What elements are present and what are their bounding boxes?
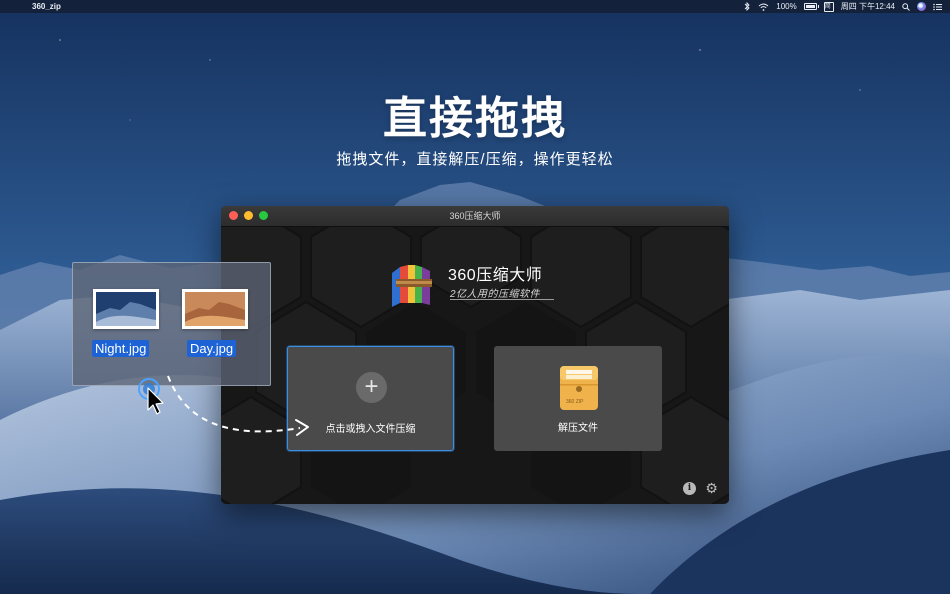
dragged-files-panel: Night.jpg Day.jpg (72, 262, 271, 386)
zip-badge-text: 360 ZIP (566, 399, 584, 405)
compress-drop-zone[interactable]: + 点击或拽入文件压缩 (287, 346, 454, 451)
menu-app-name[interactable]: 360_zip (32, 0, 61, 13)
window-title: 360压缩大师 (449, 211, 501, 221)
zip-folder-icon: 360 ZIP (560, 366, 598, 410)
brand-underline (450, 299, 554, 300)
night-image-thumbnail[interactable] (93, 289, 159, 329)
hero-title: 直接拖拽 (383, 94, 567, 143)
battery-percent: 100% (776, 2, 797, 11)
brand-tagline: 2亿人用的压缩软件 (450, 289, 541, 300)
bluetooth-icon[interactable] (744, 2, 751, 11)
menu-clock[interactable]: 周四 下午12:44 (841, 0, 895, 13)
day-image-thumbnail[interactable] (182, 289, 248, 329)
plus-icon: + (356, 372, 387, 403)
compress-label: 点击或拽入文件压缩 (325, 424, 416, 435)
info-icon[interactable]: i (683, 482, 696, 495)
search-icon[interactable] (902, 2, 910, 11)
gear-icon[interactable]: ⚙ (705, 481, 718, 495)
file-label-day: Day.jpg (187, 340, 237, 357)
app-logo-icon (392, 265, 432, 307)
hero-subtitle: 拖拽文件，直接解压/压缩，操作更轻松 (336, 151, 614, 168)
menu-status-area: 100% 简 周四 下午12:44 (744, 0, 942, 13)
siri-icon[interactable] (917, 2, 926, 11)
menu-bar: 360_zip 100% 简 周四 下午12:44 (0, 0, 950, 13)
extract-label: 解压文件 (558, 423, 598, 434)
wifi-icon[interactable] (758, 3, 769, 11)
file-label-night: Night.jpg (92, 340, 150, 357)
input-method-icon[interactable]: 简 (823, 1, 834, 12)
notification-center-icon[interactable] (933, 3, 942, 11)
brand-name: 360压缩大师 (448, 267, 543, 284)
window-titlebar[interactable]: 360压缩大师 (221, 206, 729, 227)
battery-icon[interactable] (803, 3, 819, 10)
extract-button[interactable]: 360 ZIP 解压文件 (494, 346, 662, 451)
